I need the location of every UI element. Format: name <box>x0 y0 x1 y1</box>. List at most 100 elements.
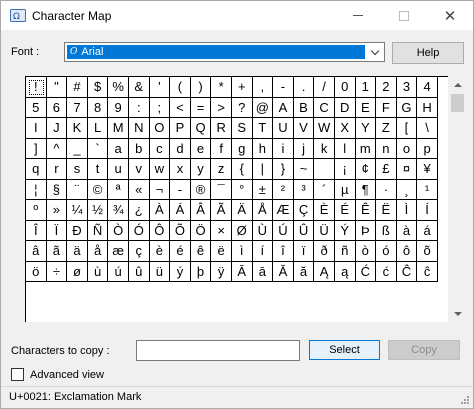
char-cell[interactable]: ; <box>149 97 171 118</box>
char-cell[interactable]: # <box>67 77 88 98</box>
char-cell[interactable]: ´ <box>314 179 335 200</box>
char-cell[interactable]: Ë <box>376 200 397 221</box>
char-cell[interactable]: Ç <box>293 200 315 221</box>
char-cell[interactable]: < <box>170 97 191 118</box>
advanced-view-checkbox[interactable] <box>11 368 24 381</box>
char-cell[interactable]: Æ <box>273 200 294 221</box>
char-cell[interactable]: ~ <box>293 159 315 180</box>
char-cell[interactable]: ¡ <box>334 159 356 180</box>
scroll-down-button[interactable] <box>449 305 466 322</box>
char-cell[interactable]: Ý <box>334 220 356 241</box>
char-cell[interactable]: 2 <box>376 77 397 98</box>
char-cell[interactable]: « <box>128 179 150 200</box>
help-button[interactable]: Help <box>392 42 464 64</box>
char-cell[interactable]: á <box>417 220 438 241</box>
char-cell[interactable]: þ <box>190 261 212 282</box>
char-cell[interactable]: ă <box>293 261 315 282</box>
char-cell[interactable]: ? <box>231 97 253 118</box>
char-cell[interactable]: % <box>108 77 129 98</box>
char-cell[interactable]: È <box>314 200 335 221</box>
char-cell[interactable]: p <box>417 138 438 159</box>
char-cell[interactable]: _ <box>67 138 88 159</box>
char-cell[interactable]: 7 <box>67 97 88 118</box>
char-cell[interactable]: 9 <box>108 97 129 118</box>
char-cell[interactable]: ¼ <box>67 200 88 221</box>
char-cell[interactable]: : <box>128 97 150 118</box>
close-button[interactable]: ✕ <box>427 1 473 30</box>
char-cell[interactable]: n <box>376 138 397 159</box>
char-cell[interactable]: ¥ <box>417 159 438 180</box>
char-cell[interactable]: ä <box>67 241 88 262</box>
char-cell[interactable]: ³ <box>293 179 315 200</box>
char-cell[interactable]: 1 <box>355 77 377 98</box>
char-cell[interactable]: µ <box>334 179 356 200</box>
char-cell[interactable]: ú <box>108 261 129 282</box>
resize-grip-icon[interactable] <box>459 394 470 405</box>
char-cell[interactable]: Ö <box>190 220 212 241</box>
char-cell[interactable]: j <box>293 138 315 159</box>
char-cell[interactable]: F <box>376 97 397 118</box>
char-cell[interactable]: S <box>231 118 253 139</box>
char-cell[interactable]: ( <box>170 77 191 98</box>
char-cell[interactable]: î <box>273 241 294 262</box>
char-cell[interactable]: e <box>190 138 212 159</box>
char-cell[interactable]: g <box>231 138 253 159</box>
char-cell[interactable]: h <box>252 138 274 159</box>
char-cell[interactable]: Î <box>26 220 47 241</box>
char-cell[interactable]: ¨ <box>67 179 88 200</box>
char-cell[interactable]: & <box>128 77 150 98</box>
char-cell[interactable]: ï <box>293 241 315 262</box>
characters-to-copy-input[interactable] <box>136 340 300 361</box>
char-cell[interactable]: Ô <box>149 220 171 241</box>
char-cell[interactable]: ² <box>273 179 294 200</box>
char-cell[interactable]: ą <box>334 261 356 282</box>
char-cell[interactable]: ø <box>67 261 88 282</box>
scroll-up-button[interactable] <box>449 76 466 93</box>
char-cell[interactable]: Ä <box>231 200 253 221</box>
char-cell[interactable]: E <box>355 97 377 118</box>
char-cell[interactable]: ÷ <box>46 261 68 282</box>
char-cell[interactable]: c <box>149 138 171 159</box>
char-cell[interactable]: \ <box>417 118 438 139</box>
char-cell[interactable]: a <box>108 138 129 159</box>
char-cell[interactable]: ā <box>252 261 274 282</box>
char-cell[interactable]: » <box>46 200 68 221</box>
char-cell[interactable]: B <box>293 97 315 118</box>
char-cell[interactable]: Ą <box>314 261 335 282</box>
char-cell[interactable]: v <box>128 159 150 180</box>
char-cell[interactable]: Ï <box>46 220 68 241</box>
char-cell[interactable]: ß <box>376 220 397 241</box>
title-bar[interactable]: Ω Character Map ✕ <box>1 1 473 30</box>
char-cell[interactable]: J <box>46 118 68 139</box>
char-cell[interactable]: 8 <box>87 97 109 118</box>
char-cell[interactable]: Ò <box>108 220 129 241</box>
char-cell[interactable]: z <box>211 159 232 180</box>
char-cell[interactable]: P <box>170 118 191 139</box>
char-cell[interactable]: £ <box>376 159 397 180</box>
font-dropdown-arrow[interactable] <box>367 44 383 60</box>
char-cell[interactable]: Ĉ <box>396 261 418 282</box>
char-cell[interactable]: ö <box>26 261 47 282</box>
char-cell[interactable]: ć <box>376 261 397 282</box>
char-cell[interactable]: ¾ <box>108 200 129 221</box>
char-cell[interactable]: . <box>293 77 315 98</box>
grid-scrollbar[interactable] <box>449 76 466 322</box>
char-cell[interactable]: H <box>417 97 438 118</box>
char-cell[interactable]: ¦ <box>26 179 47 200</box>
char-cell[interactable]: Ê <box>355 200 377 221</box>
char-cell[interactable]: = <box>190 97 212 118</box>
char-cell[interactable]: / <box>314 77 335 98</box>
char-cell[interactable]: ° <box>231 179 253 200</box>
char-cell[interactable]: ® <box>190 179 212 200</box>
char-cell[interactable]: Á <box>170 200 191 221</box>
char-cell[interactable]: ĉ <box>417 261 438 282</box>
char-cell[interactable]: · <box>376 179 397 200</box>
char-cell[interactable]: ó <box>376 241 397 262</box>
char-cell[interactable]: 0 <box>334 77 356 98</box>
char-cell[interactable]: Õ <box>170 220 191 241</box>
char-cell[interactable]: Z <box>376 118 397 139</box>
char-cell[interactable]: ¶ <box>355 179 377 200</box>
char-cell[interactable]: ± <box>252 179 274 200</box>
char-cell[interactable]: © <box>87 179 109 200</box>
char-cell[interactable]: × <box>211 220 232 241</box>
